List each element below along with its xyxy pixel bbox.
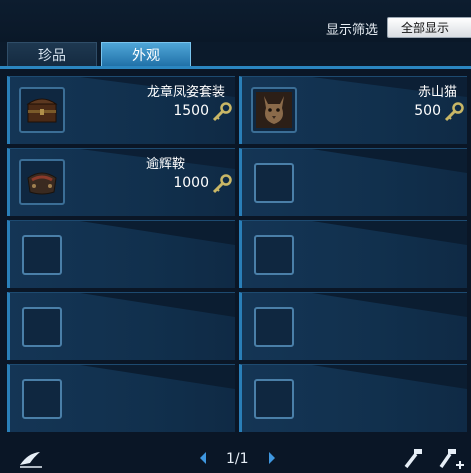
- empty-slot: [7, 364, 235, 432]
- item-name: 逾辉鞍: [145, 157, 185, 172]
- filter-bar: 显示筛选 全部显示: [0, 0, 471, 42]
- empty-thumbnail: [254, 235, 294, 275]
- item-name: 赤山猫: [417, 85, 457, 100]
- chest-icon: [26, 98, 58, 123]
- card-decoration: [312, 149, 467, 173]
- hammer-icon[interactable]: [402, 446, 426, 470]
- card-decoration: [312, 365, 467, 389]
- tab-treasures[interactable]: 珍品: [7, 42, 97, 68]
- key-icon: [212, 174, 232, 194]
- item-grid: 龙章凤姿套装 1500 赤山猫 500 逾辉鞍 1000: [0, 69, 471, 443]
- next-page-icon[interactable]: [267, 451, 277, 465]
- prev-page-icon[interactable]: [198, 451, 208, 465]
- item-thumbnail: [251, 87, 297, 133]
- empty-thumbnail: [22, 307, 62, 347]
- saddle-icon: [27, 172, 57, 195]
- empty-thumbnail: [22, 379, 62, 419]
- item-price: 1500: [173, 103, 209, 119]
- page-indicator: 1/1: [226, 451, 249, 467]
- empty-thumbnail: [254, 307, 294, 347]
- card-decoration: [80, 221, 235, 245]
- card-decoration: [312, 293, 467, 317]
- card-decoration: [312, 221, 467, 245]
- item-price: 1000: [173, 175, 209, 191]
- empty-slot: [239, 292, 467, 360]
- empty-slot: [7, 292, 235, 360]
- empty-thumbnail: [22, 235, 62, 275]
- filter-label: 显示筛选: [326, 23, 379, 38]
- item-card[interactable]: 赤山猫 500: [239, 76, 467, 144]
- item-thumbnail: [19, 159, 65, 205]
- item-card[interactable]: 逾辉鞍 1000: [7, 148, 235, 216]
- item-price: 500: [414, 103, 441, 119]
- tab-appearance[interactable]: 外观: [101, 42, 191, 68]
- empty-slot: [239, 364, 467, 432]
- lynx-icon: [256, 92, 292, 128]
- key-icon: [444, 102, 464, 122]
- filter-dropdown[interactable]: 全部显示: [387, 17, 471, 38]
- empty-slot: [239, 148, 467, 216]
- key-icon: [212, 102, 232, 122]
- card-decoration: [80, 293, 235, 317]
- bottom-bar: 1/1: [0, 443, 471, 473]
- feather-icon[interactable]: [18, 449, 44, 469]
- empty-thumbnail: [254, 163, 294, 203]
- empty-thumbnail: [254, 379, 294, 419]
- item-name: 龙章凤姿套装: [146, 85, 225, 100]
- item-thumbnail: [19, 87, 65, 133]
- card-decoration: [80, 365, 235, 389]
- empty-slot: [239, 220, 467, 288]
- hammer-plus-icon[interactable]: [438, 446, 466, 472]
- empty-slot: [7, 220, 235, 288]
- item-card[interactable]: 龙章凤姿套装 1500: [7, 76, 235, 144]
